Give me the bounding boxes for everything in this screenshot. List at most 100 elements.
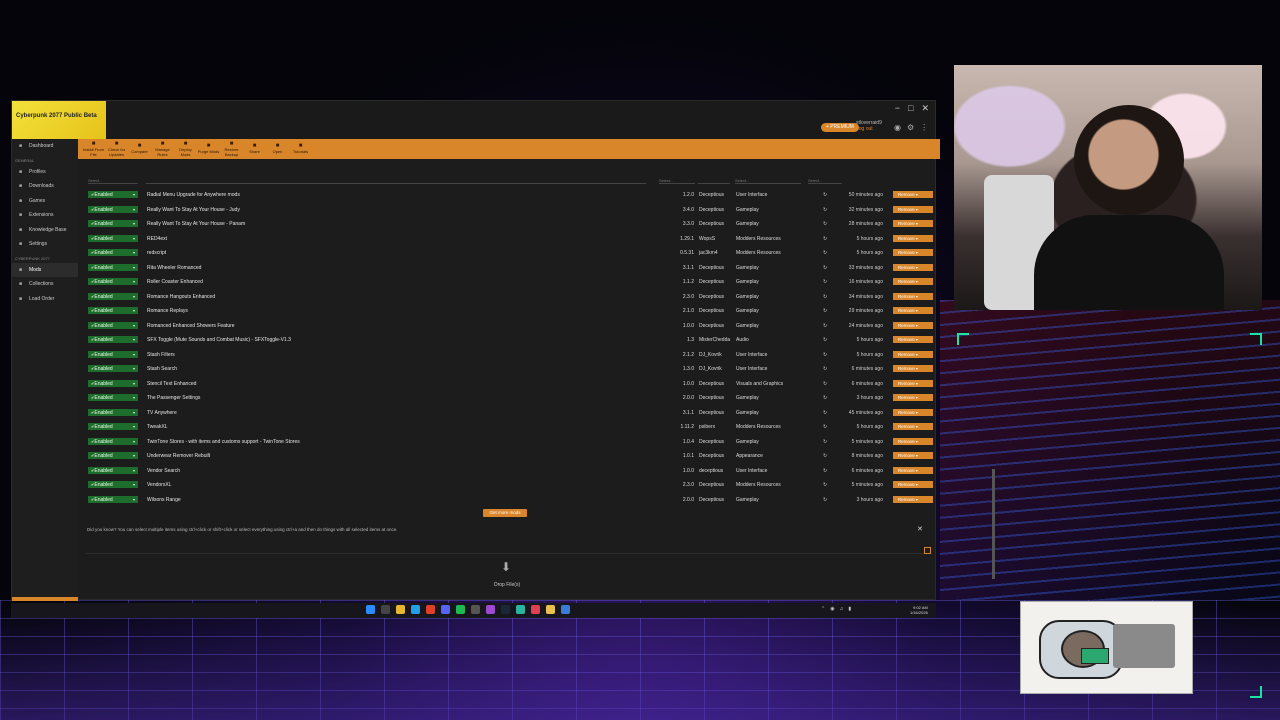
remove-button[interactable]: Remove [893,191,933,198]
updated-filter[interactable]: Select... [808,178,842,184]
mod-status-toggle[interactable]: Enabled [88,452,138,459]
remove-button[interactable]: Remove [893,466,933,474]
files-icon[interactable] [396,605,405,614]
avatar-icon[interactable]: ◉ [894,123,901,132]
toolbar-button-7[interactable]: ■ Share [243,143,266,154]
status-filter[interactable]: Select... [88,178,138,184]
remove-button[interactable]: Remove [893,394,933,401]
endorse-icon[interactable]: ↻ [823,497,827,503]
status-chevron-down-icon[interactable]: ▾ [133,366,135,371]
remove-button[interactable]: Remove [893,379,933,387]
mod-status-toggle[interactable]: Enabled [88,205,138,213]
status-chevron-down-icon[interactable]: ▾ [133,395,135,400]
remove-button[interactable]: Remove [893,495,933,503]
game-logo[interactable]: Cyberpunk 2077 Public Beta [12,101,106,139]
mod-status-toggle[interactable]: Enabled [88,394,138,401]
endorse-icon[interactable]: ↻ [823,439,827,445]
endorse-icon[interactable]: ↻ [823,468,827,474]
table-row[interactable]: Enabled VendorsXL 2.3.0 Deceptious Modders R… [78,478,936,493]
mod-status-toggle[interactable]: Enabled [88,278,138,285]
tip-close-icon[interactable]: ✕ [917,525,923,533]
sidebar-item-downloads[interactable]: ■ Downloads [12,179,78,194]
clock[interactable]: 9:02 AM 1/16/2026 [910,605,928,615]
app3-icon[interactable] [531,605,540,614]
endorse-icon[interactable]: ↻ [823,453,827,459]
mod-status-toggle[interactable]: Enabled [88,234,138,242]
table-row[interactable]: Enabled Romance Hangouts Enhanced 2.3.0 Dec… [78,290,936,305]
drop-zone-close-icon[interactable] [924,547,931,554]
remove-button[interactable]: Remove [893,423,933,430]
status-chevron-down-icon[interactable]: ▾ [133,323,135,328]
mod-status-toggle[interactable]: Enabled [88,307,138,314]
endorse-icon[interactable]: ↻ [823,207,827,213]
endorse-icon[interactable]: ↻ [823,410,827,416]
obs-icon[interactable] [471,605,480,614]
status-chevron-down-icon[interactable]: ▾ [133,453,135,458]
toolbar-button-3[interactable]: ■ Manage Rules [151,141,174,157]
browser-icon[interactable] [426,605,435,614]
scrollbar[interactable] [992,469,995,579]
toolbar-button-2[interactable]: ■ Compare [128,143,151,154]
notifications-icon[interactable]: ⚙ [907,123,914,132]
maximize-button[interactable]: □ [908,103,913,114]
table-row[interactable]: Enabled Roller Coaster Enhanced 1.1.2 Decep… [78,275,936,290]
sidebar-collapse-button[interactable] [12,597,78,601]
status-chevron-down-icon[interactable]: ▾ [133,279,135,284]
endorse-icon[interactable]: ↻ [823,279,827,285]
table-row[interactable]: Enabled redscript 0.5.31 jac3km4 Modders Res… [78,246,936,261]
remove-button[interactable]: Remove [893,336,933,343]
table-row[interactable]: Enabled Romanced Enhanced Showers Feature… [78,319,936,334]
endorse-icon[interactable]: ↻ [823,265,827,271]
version-filter[interactable]: Select... [659,178,695,184]
endorse-icon[interactable]: ↻ [823,250,827,256]
mod-status-toggle[interactable]: Enabled [88,408,138,416]
get-more-mods-button[interactable]: Get more mods [483,509,527,517]
sidebar-item-load-order[interactable]: ■ Load Order [12,292,78,307]
sidebar-item-collections[interactable]: ■ Collections [12,277,78,292]
toolbar-button-9[interactable]: ■ Tutorials [289,143,312,154]
status-chevron-down-icon[interactable]: ▾ [133,294,135,299]
close-button[interactable]: ✕ [921,103,929,114]
toolbar-button-0[interactable]: ■ Install From File [82,141,105,157]
remove-button[interactable]: Remove [893,350,933,358]
mod-status-toggle[interactable]: Enabled [88,220,138,227]
mod-status-toggle[interactable]: Enabled [88,350,138,358]
endorse-icon[interactable]: ↻ [823,366,827,372]
toolbar-button-8[interactable]: ■ Open [266,143,289,154]
status-chevron-down-icon[interactable]: ▾ [133,207,135,212]
mod-status-toggle[interactable]: Enabled [88,466,138,474]
mod-status-toggle[interactable]: Enabled [88,321,138,329]
table-row[interactable]: Enabled Stash Filters 2.1.2 DJ_Kovrik User I… [78,348,936,363]
status-chevron-down-icon[interactable]: ▾ [133,250,135,255]
table-row[interactable]: Enabled The Passenger Settings 2.0.0 Decept… [78,391,936,406]
tray-battery-icon[interactable]: ▮ [848,606,851,612]
sidebar-item-dashboard[interactable]: ■ Dashboard [12,139,78,154]
mod-status-toggle[interactable]: Enabled [88,423,138,430]
mod-status-toggle[interactable]: Enabled [88,365,138,372]
app4-icon[interactable] [546,605,555,614]
app-icon[interactable] [486,605,495,614]
table-row[interactable]: Enabled Really Want To Stay At Your House… [78,203,936,218]
status-chevron-down-icon[interactable]: ▾ [133,482,135,487]
sidebar-item-profiles[interactable]: ■ Profiles [12,165,78,180]
remove-button[interactable]: Remove [893,292,933,300]
status-chevron-down-icon[interactable]: ▾ [133,352,135,357]
endorse-icon[interactable]: ↻ [823,221,827,227]
vortex-icon[interactable] [561,605,570,614]
status-chevron-down-icon[interactable]: ▾ [133,439,135,444]
endorse-icon[interactable]: ↻ [823,192,827,198]
table-row[interactable]: Enabled Stencil Text Enhanced 1.0.0 Decepti… [78,377,936,392]
status-chevron-down-icon[interactable]: ▾ [133,192,135,197]
search-icon[interactable] [381,605,390,614]
status-chevron-down-icon[interactable]: ▾ [133,381,135,386]
remove-button[interactable]: Remove [893,263,933,271]
table-row[interactable]: Enabled Radial Menu Upgrade for Anywhere … [78,188,936,203]
remove-button[interactable]: Remove [893,481,933,488]
discord-icon[interactable] [441,605,450,614]
mod-status-toggle[interactable]: Enabled [88,263,138,271]
app2-icon[interactable] [516,605,525,614]
status-chevron-down-icon[interactable]: ▾ [133,424,135,429]
remove-button[interactable]: Remove [893,321,933,329]
endorse-icon[interactable]: ↻ [823,395,827,401]
logout-link[interactable]: Log out [856,126,882,132]
